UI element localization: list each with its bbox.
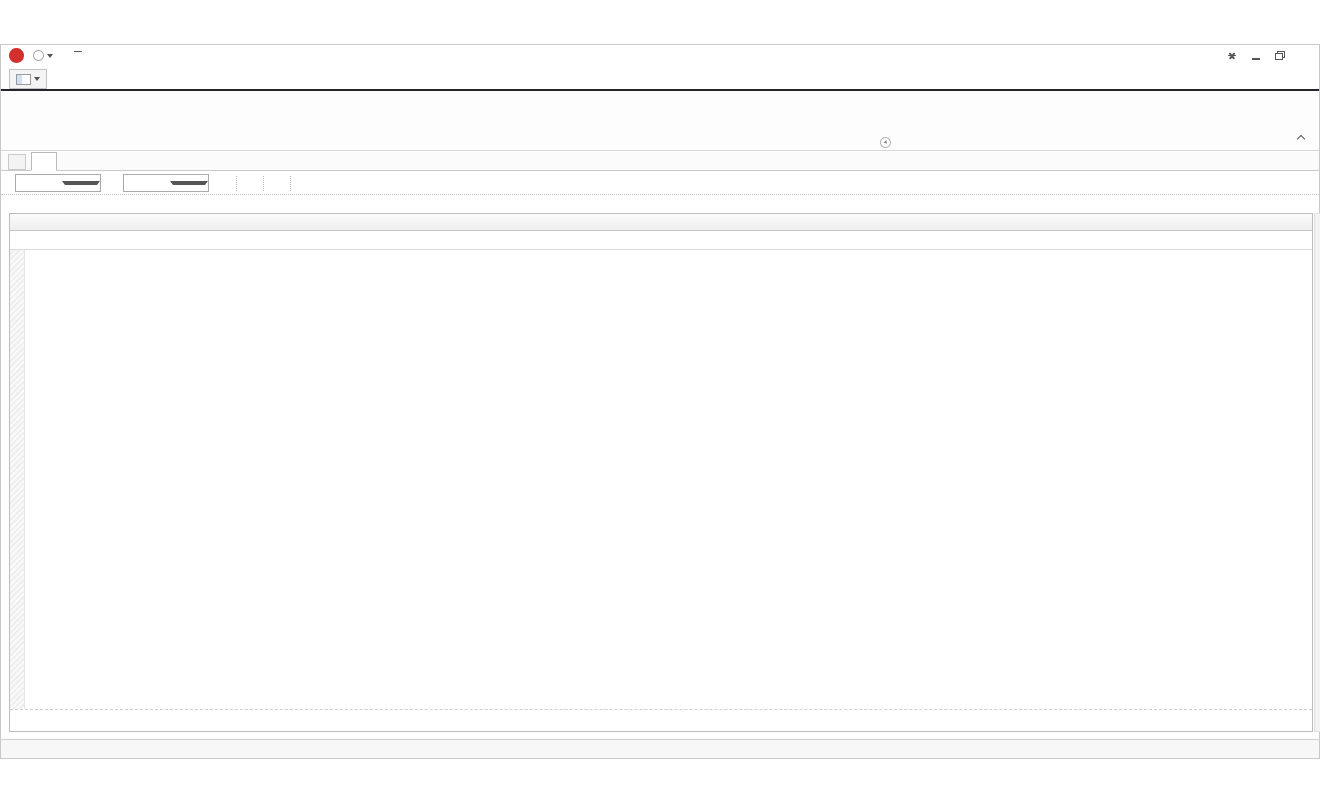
divider <box>290 176 291 191</box>
close-button[interactable] <box>1296 48 1311 63</box>
statusbar <box>1 739 1319 758</box>
layout-switch-button[interactable] <box>9 69 47 89</box>
filter-toolbar <box>1 172 1319 195</box>
divider <box>236 176 237 191</box>
titlebar-left <box>9 48 84 63</box>
document-tabstrip <box>1 152 1319 171</box>
titlebar <box>1 45 1319 69</box>
app-window <box>0 44 1320 759</box>
ribbon-dialog-launcher-icon[interactable] <box>880 137 891 148</box>
fullscreen-button[interactable] <box>1224 48 1239 63</box>
desktop <box>0 0 1320 800</box>
account-menu-button[interactable] <box>33 50 53 61</box>
from-date-input[interactable] <box>15 174 101 192</box>
chevron-down-icon <box>34 77 40 81</box>
ribbon-caption-row <box>1 137 893 150</box>
layout-icon <box>16 74 31 85</box>
dropdown-icon[interactable] <box>166 181 208 185</box>
grid-autofilter-row <box>10 231 1312 250</box>
dropdown-icon[interactable] <box>58 181 100 185</box>
grid-header-row <box>10 214 1312 231</box>
grid-totals-row <box>10 709 1312 731</box>
restore-button[interactable] <box>1272 48 1287 63</box>
ribbon-group-reports <box>1 91 893 151</box>
tab-tong-ket-ban-hang[interactable] <box>31 152 57 171</box>
chevron-up-icon <box>1297 135 1305 143</box>
ribbon-collapse-button[interactable] <box>1295 132 1309 144</box>
data-grid <box>9 213 1313 732</box>
grid-empty-area <box>10 250 1312 709</box>
app-logo-icon <box>9 48 24 63</box>
ribbon <box>1 91 1319 151</box>
chevron-down-icon <box>47 54 53 58</box>
window-controls <box>1224 48 1311 63</box>
vertical-scrollbar[interactable] <box>1314 213 1320 732</box>
close-all-tabs-button[interactable] <box>8 154 26 170</box>
to-date-input[interactable] <box>123 174 209 192</box>
circle-icon <box>33 50 44 61</box>
minimize-button[interactable] <box>1248 48 1263 63</box>
quick-access-dropdown[interactable] <box>72 50 84 62</box>
divider <box>263 176 264 191</box>
menubar <box>1 69 1319 89</box>
close-active-tab-button[interactable] <box>1294 154 1312 170</box>
